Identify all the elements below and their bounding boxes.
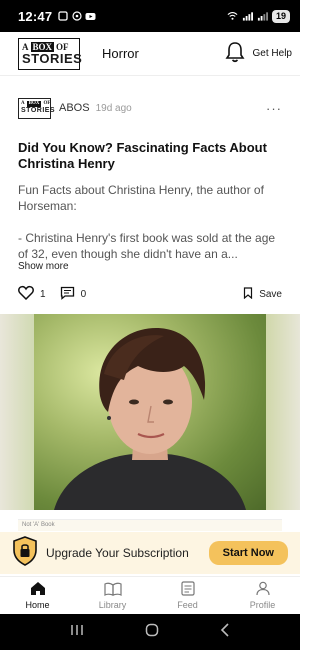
comment-icon [60,286,75,303]
more-options-button[interactable]: ··· [266,101,282,116]
whatsapp-icon [71,11,82,22]
logo-text-stories: STORIES [22,51,83,66]
author-name[interactable]: ABOS [59,102,90,114]
post-actions: 1 0 Save [18,285,282,303]
status-time: 12:47 [18,8,53,24]
home-system-button[interactable] [145,623,159,642]
post-image[interactable] [0,314,300,510]
home-icon [30,581,46,598]
back-button[interactable] [220,622,230,642]
nav-home[interactable]: Home [0,577,75,614]
save-label: Save [259,288,282,300]
post-body-excerpt: - Christina Henry's first book was sold … [18,231,276,261]
post-body: Fun Facts about Christina Henry, the aut… [18,182,286,262]
start-now-button[interactable]: Start Now [208,541,288,565]
lock-icon [12,535,38,571]
comment-button[interactable]: 0 [60,286,87,303]
get-help-label: Get Help [252,48,292,59]
get-help-button[interactable]: Get Help [225,41,292,66]
category-title[interactable]: Horror [102,46,139,61]
system-nav-bar [0,614,300,650]
bottom-nav: Home Library Feed Profile [0,576,300,614]
author-avatar[interactable]: A BOX OF STORIES [18,97,56,119]
status-bar: 12:47 19 [0,0,300,32]
signal-icon [242,11,253,22]
show-more-link[interactable]: Show more [18,261,69,272]
book-icon [103,582,122,598]
feed-icon [180,581,195,598]
notification-square-icon [57,11,68,22]
nav-library-label: Library [98,599,127,610]
like-count: 1 [40,288,46,300]
nav-library[interactable]: Library [75,577,150,614]
youtube-icon [85,11,96,22]
avatar-logo-stories: STORIES [21,107,56,114]
nav-feed[interactable]: Feed [150,577,225,614]
post-header: A BOX OF STORIES ABOS 19d ago ··· [18,96,282,120]
like-button[interactable]: 1 [18,285,46,303]
battery-indicator: 19 [271,9,290,23]
heart-icon [18,285,34,303]
notification-icons [57,11,96,22]
comment-count: 0 [80,288,87,300]
profile-icon [255,581,270,598]
signal-2-icon [257,11,268,22]
post-body-intro: Fun Facts about Christina Henry, the aut… [18,183,264,213]
next-post-preview[interactable]: Not 'A' Book [18,519,282,531]
author-photo [34,314,266,510]
bookmark-icon [243,286,253,302]
bell-icon [225,41,245,66]
save-button[interactable]: Save [243,286,282,302]
upgrade-text: Upgrade Your Subscription [46,546,189,560]
system-indicators: 19 [227,9,290,23]
nav-home-label: Home [25,600,50,610]
nav-feed-label: Feed [177,600,198,610]
nav-profile[interactable]: Profile [225,577,300,614]
app-header: A BOX OF STORIES Horror Get Help [0,32,300,76]
post-title[interactable]: Did You Know? Fascinating Facts About Ch… [18,140,282,172]
upgrade-banner: Upgrade Your Subscription Start Now [0,532,300,574]
post-time: 19d ago [95,102,132,114]
app-logo[interactable]: A BOX OF STORIES [18,37,83,70]
wifi-icon [227,11,238,22]
nav-profile-label: Profile [249,600,276,610]
recent-apps-button[interactable] [70,623,84,641]
